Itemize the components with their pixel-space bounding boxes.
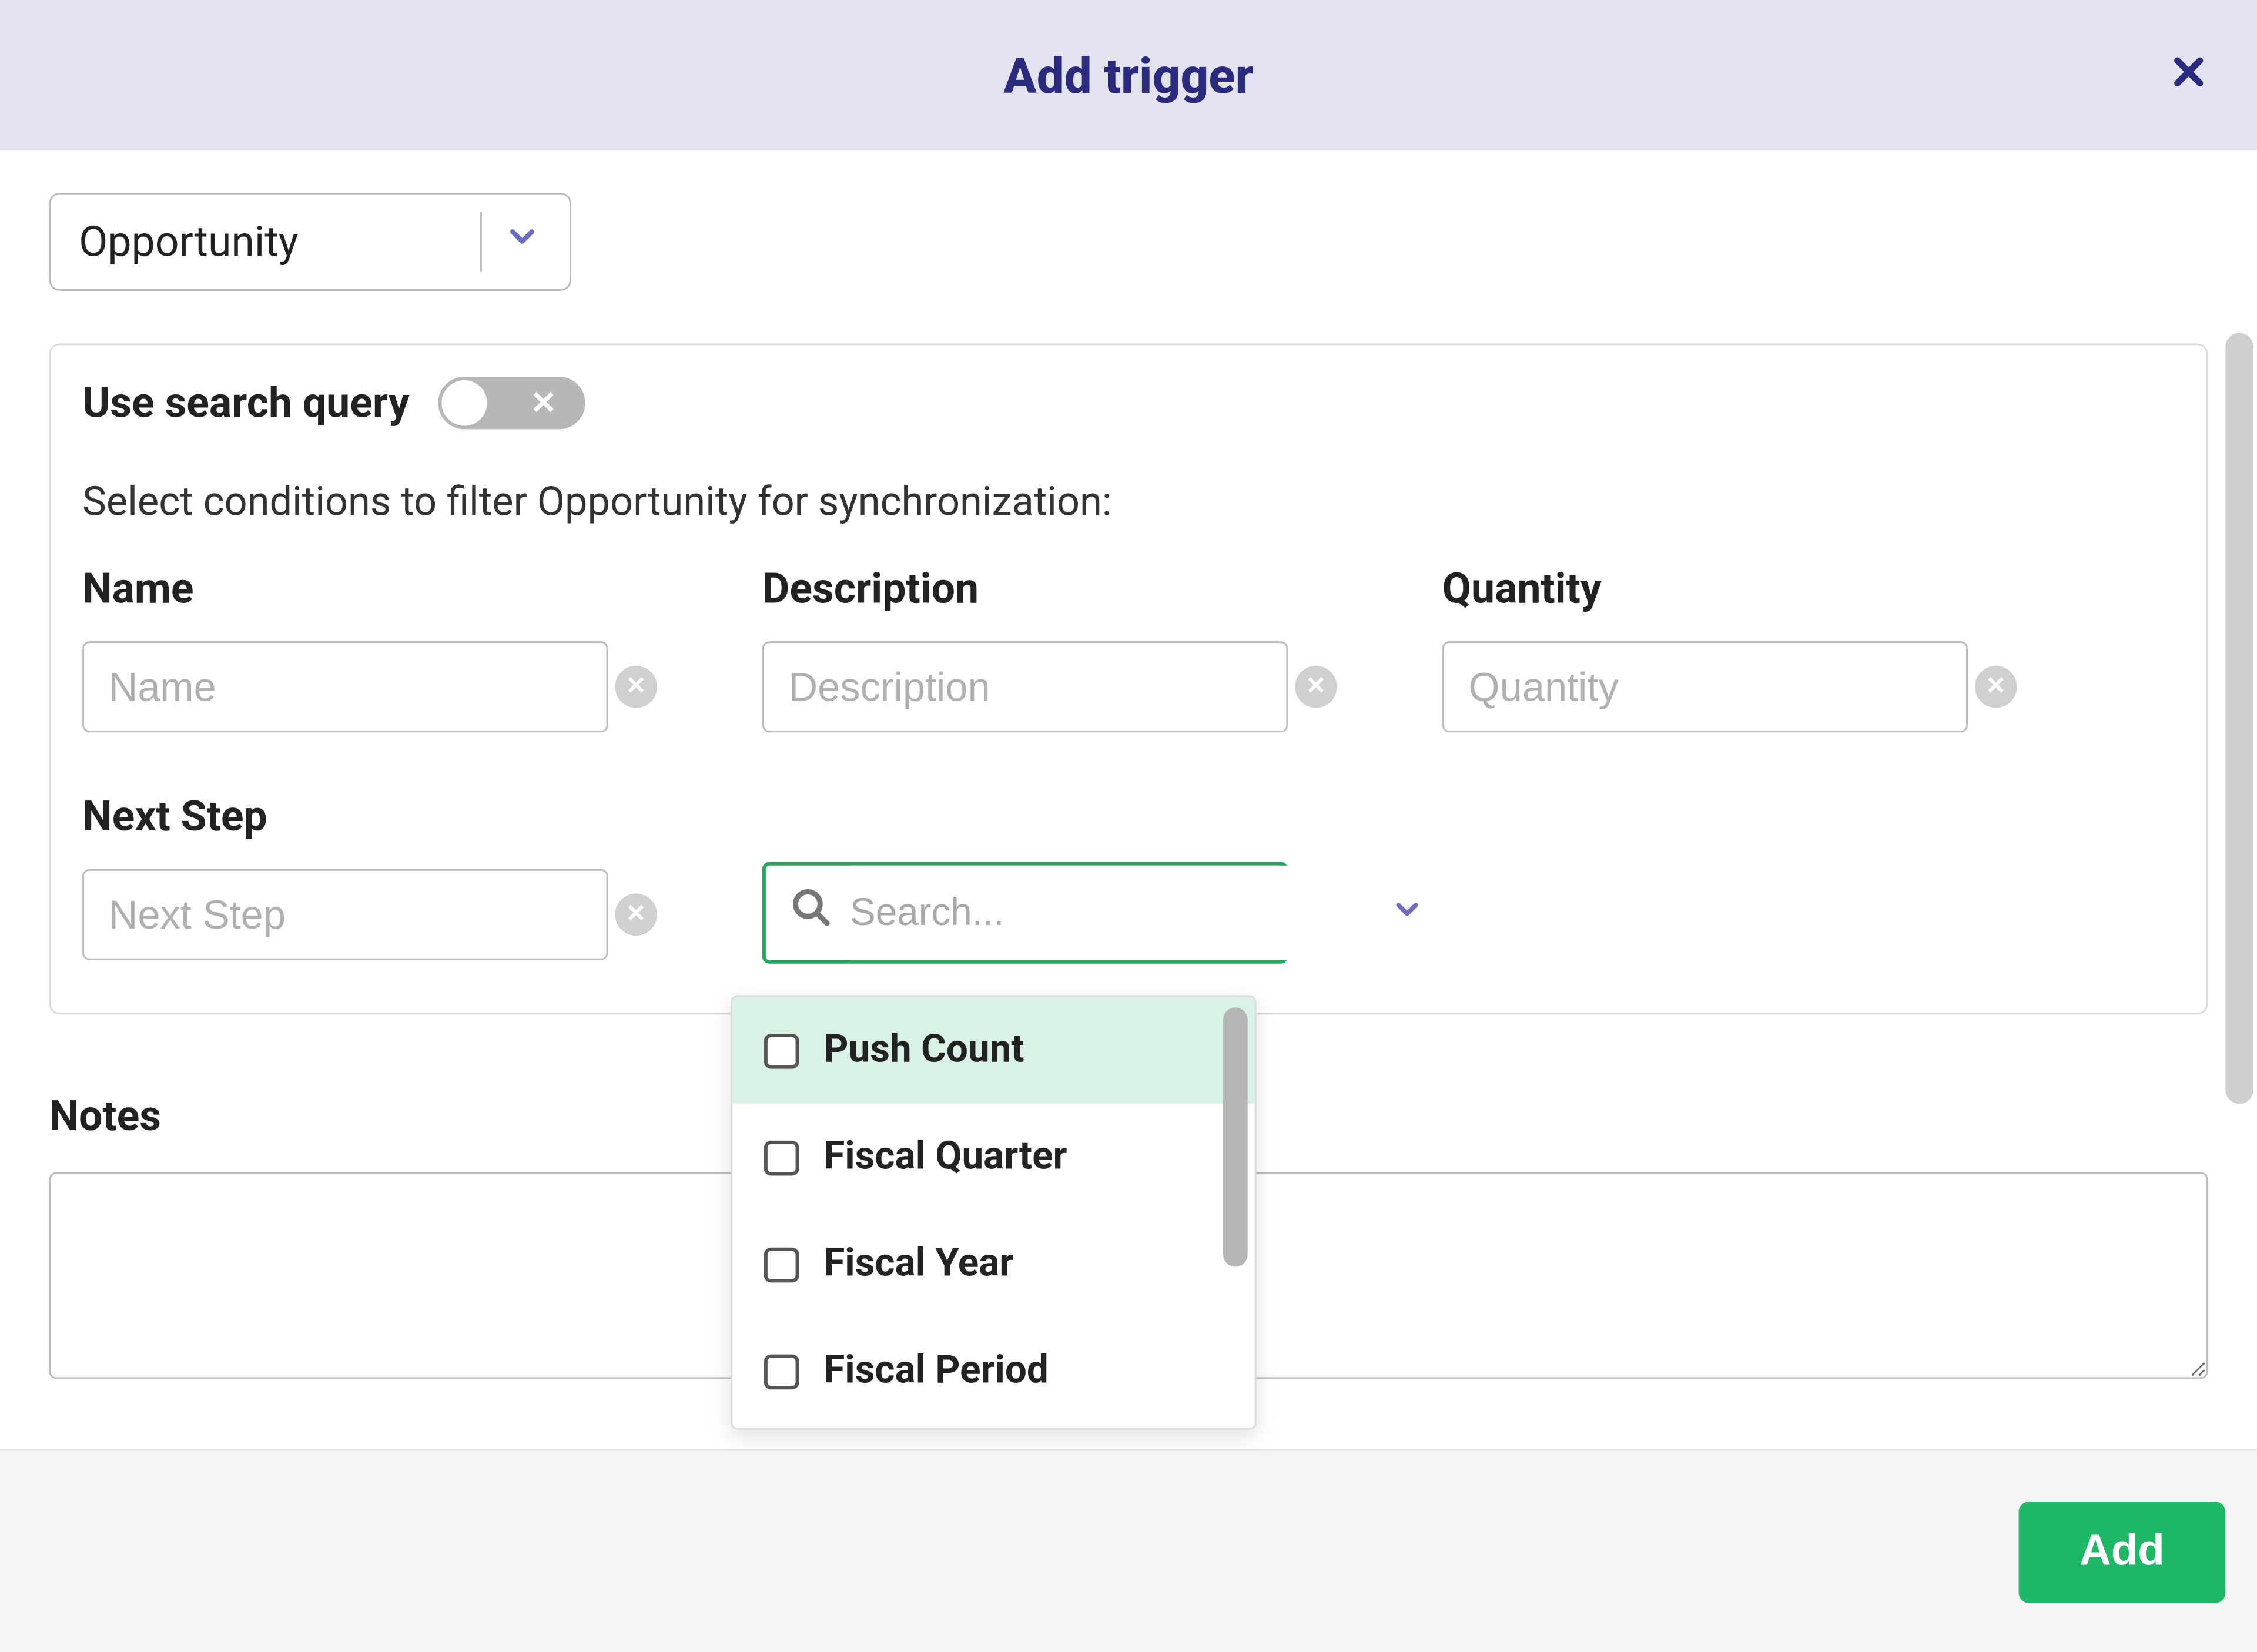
option-checkbox[interactable] xyxy=(764,1140,799,1175)
field-search-dropdown: Push Count Fiscal Quarter Fiscal Year Fi… xyxy=(731,995,1256,1429)
quantity-clear-button[interactable]: ✕ xyxy=(1975,666,2017,708)
search-query-toggle[interactable]: ✕ xyxy=(437,377,584,429)
body-scrollbar[interactable] xyxy=(2225,333,2253,1104)
clear-x-icon: ✕ xyxy=(1985,673,2006,701)
next-step-input[interactable] xyxy=(82,869,608,960)
toggle-off-x-icon: ✕ xyxy=(530,384,557,421)
fields-row-2: Next Step ✕ xyxy=(82,792,2175,964)
field-next-step-label: Next Step xyxy=(82,792,685,841)
entity-select[interactable]: Opportunity xyxy=(49,193,571,291)
option-label: Fiscal Year xyxy=(823,1242,1013,1286)
field-quantity-label: Quantity xyxy=(1442,564,2045,613)
chevron-down-icon xyxy=(1389,889,1425,937)
add-trigger-modal: Add trigger Opportunity Use search query… xyxy=(0,0,2257,1652)
search-icon xyxy=(791,887,833,939)
field-search-input[interactable] xyxy=(850,866,1355,960)
name-clear-button[interactable]: ✕ xyxy=(615,666,657,708)
description-input[interactable] xyxy=(762,641,1288,732)
field-search-select-col xyxy=(762,792,1288,964)
option-label: Push Count xyxy=(823,1028,1024,1073)
close-button[interactable] xyxy=(2169,49,2208,101)
field-description: Description ✕ xyxy=(762,564,1365,732)
toggle-knob xyxy=(441,380,487,426)
name-input[interactable] xyxy=(82,641,608,732)
search-query-switch-row: Use search query ✕ xyxy=(82,377,2175,429)
field-search-select[interactable] xyxy=(762,862,1288,964)
close-icon xyxy=(2169,52,2208,91)
dropdown-option-fiscal-year[interactable]: Fiscal Year xyxy=(732,1211,1254,1318)
field-next-step: Next Step ✕ xyxy=(82,792,685,960)
option-label: Fiscal Quarter xyxy=(823,1135,1067,1179)
add-button[interactable]: Add xyxy=(2019,1501,2226,1603)
dropdown-scrollbar[interactable] xyxy=(1223,1007,1248,1266)
modal-body: Opportunity Use search query ✕ Select co… xyxy=(0,150,2257,1449)
conditions-panel: Use search query ✕ Select conditions to … xyxy=(49,343,2208,1014)
option-checkbox[interactable] xyxy=(764,1246,799,1282)
option-label: Fiscal Period xyxy=(823,1349,1049,1393)
option-checkbox[interactable] xyxy=(764,1353,799,1389)
modal-header: Add trigger xyxy=(0,0,2257,150)
field-quantity: Quantity ✕ xyxy=(1442,564,2045,732)
quantity-input[interactable] xyxy=(1442,641,1968,732)
chevron-down-icon xyxy=(503,217,542,266)
next-step-clear-button[interactable]: ✕ xyxy=(615,893,657,936)
modal-footer: Add xyxy=(0,1449,2257,1652)
description-clear-button[interactable]: ✕ xyxy=(1295,666,1337,708)
field-description-label: Description xyxy=(762,564,1365,613)
modal-title: Add trigger xyxy=(1003,46,1253,104)
dropdown-option-fiscal-quarter[interactable]: Fiscal Quarter xyxy=(732,1104,1254,1211)
clear-x-icon: ✕ xyxy=(626,673,647,701)
option-checkbox[interactable] xyxy=(764,1033,799,1068)
fields-row-1: Name ✕ Description ✕ xyxy=(82,564,2175,732)
search-query-label: Use search query xyxy=(82,378,410,427)
dropdown-option-fiscal-period[interactable]: Fiscal Period xyxy=(732,1318,1254,1425)
clear-x-icon: ✕ xyxy=(1305,673,1326,701)
field-name: Name ✕ xyxy=(82,564,685,732)
conditions-helper-text: Select conditions to filter Opportunity … xyxy=(82,478,2175,525)
entity-select-divider xyxy=(480,212,482,272)
entity-select-value: Opportunity xyxy=(79,217,298,266)
field-name-label: Name xyxy=(82,564,685,613)
dropdown-option-push-count[interactable]: Push Count xyxy=(732,997,1254,1104)
clear-x-icon: ✕ xyxy=(626,900,647,929)
